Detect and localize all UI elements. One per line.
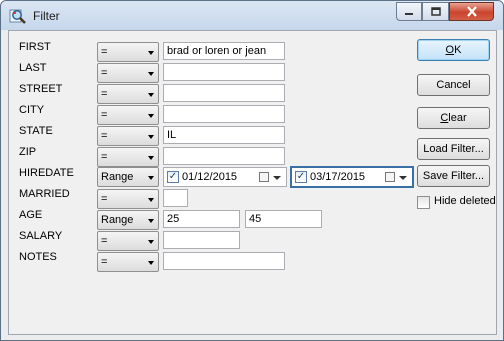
value-field-state[interactable]: IL: [163, 126, 285, 144]
maximize-icon: [430, 7, 441, 16]
maximize-button[interactable]: [422, 2, 449, 21]
op-combo-notes[interactable]: =: [97, 252, 159, 272]
close-icon: [466, 6, 477, 17]
op-combo-state[interactable]: =: [97, 126, 159, 146]
calendar-icon: [259, 172, 269, 182]
minimize-icon: [405, 12, 413, 15]
calendar-icon: [385, 172, 395, 182]
label-hiredate: HIREDATE: [19, 167, 74, 179]
chevron-down-icon: [148, 156, 154, 160]
label-state: STATE: [19, 125, 53, 137]
title-bar[interactable]: Filter: [1, 1, 503, 30]
value-field-salary[interactable]: [163, 231, 240, 249]
hiredate-to-picker[interactable]: ✓ 03/17/2015: [290, 166, 414, 188]
magnifier-icon: [9, 9, 26, 24]
label-age: AGE: [19, 209, 43, 221]
clear-button[interactable]: Clear: [417, 107, 490, 129]
label-salary: SALARY: [19, 230, 63, 242]
hide-deleted-checkbox[interactable]: [417, 196, 430, 209]
value-field-last[interactable]: [163, 63, 285, 81]
chevron-down-icon: [148, 176, 154, 180]
close-button[interactable]: [449, 2, 494, 21]
age-from-field[interactable]: 25: [163, 210, 240, 228]
age-to-field[interactable]: 45: [245, 210, 322, 228]
label-notes: NOTES: [19, 251, 57, 263]
chevron-down-icon: [148, 72, 154, 76]
label-city: CITY: [19, 104, 45, 116]
ok-button[interactable]: OK: [417, 39, 490, 61]
chevron-down-icon: [148, 51, 154, 55]
op-combo-last[interactable]: =: [97, 63, 159, 83]
value-field-married[interactable]: [163, 189, 188, 207]
label-married: MARRIED: [19, 188, 70, 200]
chevron-down-icon: [148, 93, 154, 97]
hide-deleted-label[interactable]: Hide deleted: [434, 195, 496, 207]
load-filter-button[interactable]: Load Filter...: [417, 138, 490, 160]
chevron-down-icon: [148, 219, 154, 223]
op-combo-city[interactable]: =: [97, 105, 159, 125]
op-combo-hiredate[interactable]: Range: [97, 167, 159, 187]
window-title: Filter: [33, 9, 60, 23]
chevron-down-icon[interactable]: [399, 176, 407, 180]
minimize-button[interactable]: [396, 2, 422, 21]
op-combo-married[interactable]: =: [97, 189, 159, 209]
op-combo-age[interactable]: Range: [97, 210, 159, 230]
value-field-street[interactable]: [163, 84, 285, 102]
label-street: STREET: [19, 83, 63, 95]
value-field-notes[interactable]: [163, 252, 285, 270]
value-field-city[interactable]: [163, 105, 285, 123]
chevron-down-icon: [148, 135, 154, 139]
label-first: FIRST: [19, 41, 51, 53]
value-field-zip[interactable]: [163, 147, 285, 165]
label-last: LAST: [19, 62, 47, 74]
value-field-first[interactable]: brad or loren or jean: [163, 42, 285, 60]
filter-form: FIRST = brad or loren or jean LAST = STR…: [8, 30, 497, 335]
chevron-down-icon: [148, 261, 154, 265]
cancel-button[interactable]: Cancel: [417, 74, 490, 96]
op-combo-street[interactable]: =: [97, 84, 159, 104]
op-combo-zip[interactable]: =: [97, 147, 159, 167]
op-combo-salary[interactable]: =: [97, 231, 159, 251]
hiredate-from-picker[interactable]: ✓ 01/12/2015: [163, 167, 287, 187]
chevron-down-icon: [148, 198, 154, 202]
hiredate-from-checkbox[interactable]: ✓: [167, 171, 179, 183]
op-combo-first[interactable]: =: [97, 42, 159, 62]
chevron-down-icon: [148, 240, 154, 244]
label-zip: ZIP: [19, 146, 37, 158]
chevron-down-icon: [148, 114, 154, 118]
filter-dialog: Filter FIRST = brad or loren or jean LAS…: [0, 0, 504, 341]
save-filter-button[interactable]: Save Filter...: [417, 165, 490, 187]
hiredate-to-checkbox[interactable]: ✓: [295, 171, 307, 183]
chevron-down-icon[interactable]: [273, 176, 281, 180]
